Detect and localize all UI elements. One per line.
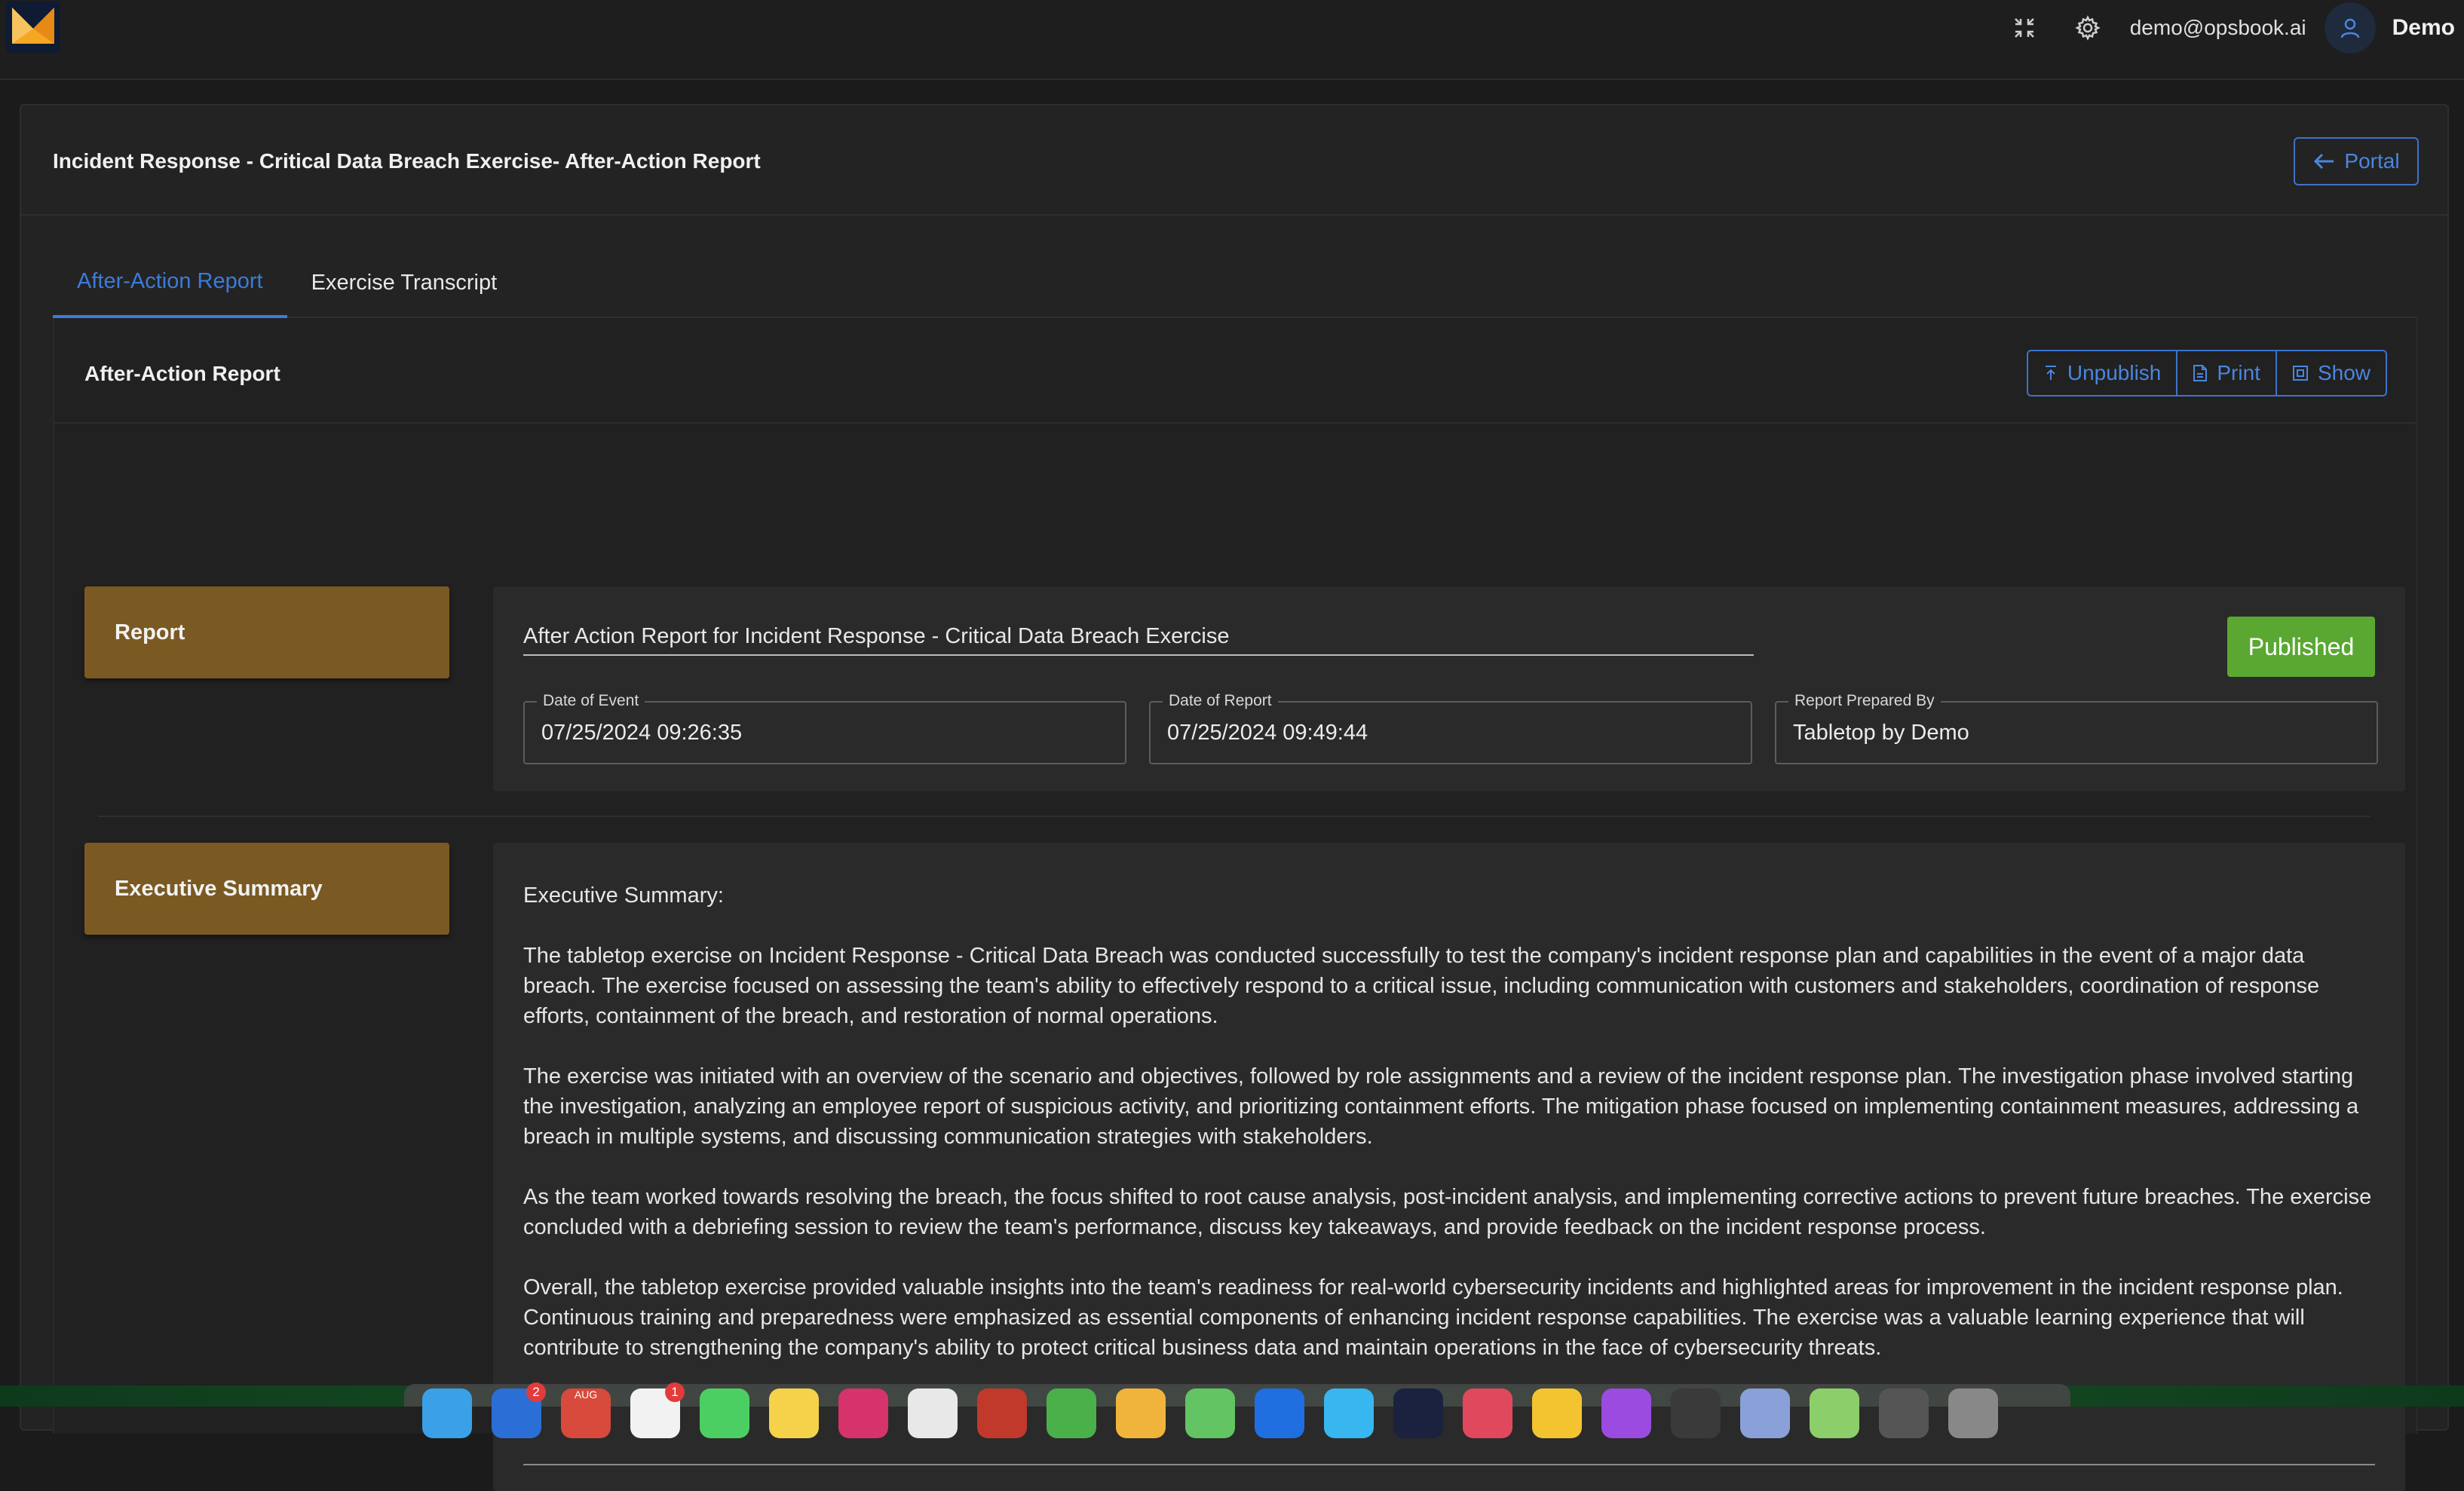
trash-app-icon[interactable] xyxy=(1948,1388,1998,1438)
print-label: Print xyxy=(2217,361,2260,384)
date-of-event-value: 07/25/2024 09:26:35 xyxy=(541,721,743,745)
summary-heading: Executive Summary: xyxy=(523,883,724,908)
downloads-app-icon[interactable] xyxy=(1879,1388,1929,1438)
prepared-by-label: Report Prepared By xyxy=(1788,692,1941,710)
top-navbar: demo@opsbook.ai Demo xyxy=(0,0,2464,80)
numbers-app-icon[interactable] xyxy=(1185,1388,1235,1438)
date-of-report-label: Date of Report xyxy=(1163,692,1278,710)
unpublish-button[interactable]: Unpublish xyxy=(2028,351,2177,395)
card-header: Incident Response - Critical Data Breach… xyxy=(21,106,2447,216)
prepared-by-field[interactable]: Report Prepared By Tabletop by Demo xyxy=(1775,692,2378,764)
appstore-app-icon[interactable] xyxy=(1324,1388,1374,1438)
executive-summary-text[interactable]: Executive Summary: The tabletop exercise… xyxy=(523,880,2375,1393)
calendar-app-icon[interactable]: AUG xyxy=(561,1388,611,1438)
user-icon xyxy=(2340,18,2359,38)
notes-app-icon[interactable] xyxy=(769,1388,819,1438)
summary-paragraph: The tabletop exercise on Incident Respon… xyxy=(523,944,2320,1028)
report-panel: After-Action Report Unpublish Print Show… xyxy=(53,318,2417,1491)
music-app-icon[interactable] xyxy=(838,1388,888,1438)
mail-app-icon[interactable]: 2 xyxy=(492,1382,546,1438)
arrow-left-icon xyxy=(2314,153,2334,170)
finder-app-icon[interactable] xyxy=(422,1388,472,1438)
chrome-app-icon[interactable] xyxy=(977,1388,1027,1438)
unpublish-label: Unpublish xyxy=(2067,361,2162,384)
news-app-icon[interactable] xyxy=(1463,1388,1512,1438)
page-title: Incident Response - Critical Data Breach… xyxy=(53,149,761,173)
section-divider xyxy=(98,816,2371,817)
utility-app-icon[interactable] xyxy=(1671,1388,1721,1438)
report-section-label: Report xyxy=(84,586,449,678)
report-panel-header: After-Action Report Unpublish Print Show xyxy=(54,318,2416,424)
show-icon xyxy=(2292,366,2308,381)
maps-app-icon[interactable] xyxy=(1047,1388,1096,1438)
date-of-event-field[interactable]: Date of Event 07/25/2024 09:26:35 xyxy=(523,692,1126,764)
date-of-report-value: 07/25/2024 09:49:44 xyxy=(1167,721,1368,745)
fullscreen-icon[interactable] xyxy=(2003,7,2046,49)
report-actions: Unpublish Print Show xyxy=(2026,350,2387,396)
section-title: After-Action Report xyxy=(84,362,280,385)
reminders-app-icon[interactable]: 1 xyxy=(630,1382,685,1438)
top-right-controls: demo@opsbook.ai Demo xyxy=(2003,0,2464,56)
tab-after-action-report[interactable]: After-Action Report xyxy=(53,247,287,318)
portal-button-label: Portal xyxy=(2344,149,2400,173)
photos-app-icon[interactable] xyxy=(1532,1388,1582,1438)
summary-paragraph: The exercise was initiated with an overv… xyxy=(523,1064,2359,1149)
print-button[interactable]: Print xyxy=(2176,351,2276,395)
gear-icon[interactable] xyxy=(2067,7,2109,49)
pages-app-icon[interactable] xyxy=(1116,1388,1166,1438)
user-email: demo@opsbook.ai xyxy=(2129,16,2306,39)
app-logo[interactable] xyxy=(6,2,60,53)
show-button[interactable]: Show xyxy=(2275,351,2386,395)
mail-badge: 2 xyxy=(526,1382,546,1402)
prepared-by-value: Tabletop by Demo xyxy=(1793,721,1969,745)
status-badge: Published xyxy=(2227,617,2375,677)
username[interactable]: Demo xyxy=(2392,15,2455,41)
macos-dock: 2 AUG 1 xyxy=(404,1382,2070,1438)
portal-button[interactable]: Portal xyxy=(2294,137,2419,185)
reminders-badge: 1 xyxy=(665,1382,685,1402)
messages-app-icon[interactable] xyxy=(700,1388,749,1438)
main-card: Incident Response - Critical Data Breach… xyxy=(20,104,2449,1491)
summary-paragraph: As the team worked towards resolving the… xyxy=(523,1185,2372,1239)
report-details-panel: After Action Report for Incident Respons… xyxy=(493,586,2405,791)
show-label: Show xyxy=(2317,361,2371,384)
report-title-input[interactable]: After Action Report for Incident Respons… xyxy=(523,624,1754,656)
summary-input-underline xyxy=(523,1464,2375,1465)
terminal-app-icon[interactable] xyxy=(1393,1388,1443,1438)
folder-app-icon[interactable] xyxy=(1810,1388,1859,1438)
safari-app-icon[interactable] xyxy=(908,1388,958,1438)
unpublish-icon xyxy=(2045,366,2056,380)
tab-bar: After-Action Report Exercise Transcript xyxy=(53,247,2417,318)
preview-app-icon[interactable] xyxy=(1740,1388,1790,1438)
executive-summary-label: Executive Summary xyxy=(84,843,449,935)
podcasts-app-icon[interactable] xyxy=(1601,1388,1651,1438)
date-of-event-label: Date of Event xyxy=(537,692,645,710)
date-of-report-field[interactable]: Date of Report 07/25/2024 09:49:44 xyxy=(1149,692,1752,764)
keynote-app-icon[interactable] xyxy=(1255,1388,1304,1438)
document-icon xyxy=(2193,365,2208,381)
tab-exercise-transcript[interactable]: Exercise Transcript xyxy=(287,247,522,318)
calendar-month: AUG xyxy=(574,1388,598,1401)
summary-paragraph: Overall, the tabletop exercise provided … xyxy=(523,1275,2343,1360)
user-avatar[interactable] xyxy=(2324,2,2376,54)
